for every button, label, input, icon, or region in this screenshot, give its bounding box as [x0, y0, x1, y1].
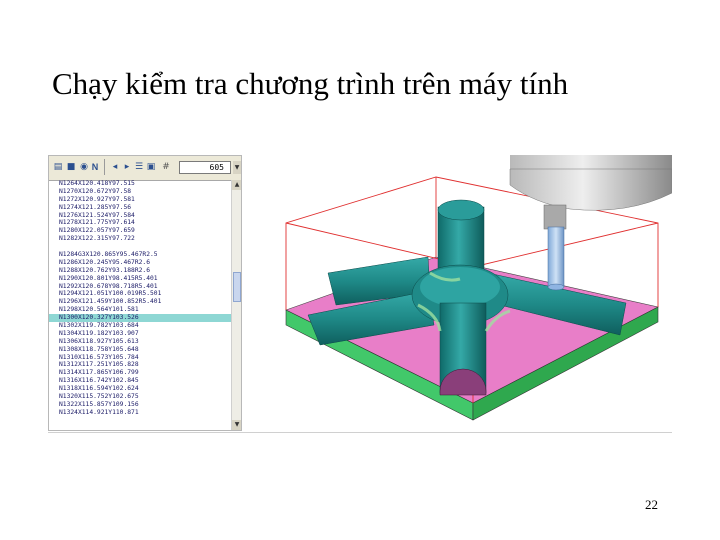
scroll-down-icon[interactable]: ▼ [232, 420, 241, 430]
code-line[interactable]: N1276X121.524Y97.584 [49, 212, 231, 220]
simulation-viewport[interactable] [248, 155, 673, 435]
machining-3d-view [285, 155, 673, 421]
code-listing[interactable]: N1264X120.418Y97.515 N1270X120.672Y97.58 N… [49, 180, 231, 430]
code-line[interactable]: N1312X117.251Y105.828 [49, 361, 231, 369]
code-line[interactable]: N1314X117.865Y106.799 [49, 369, 231, 377]
code-line[interactable] [49, 243, 231, 251]
editor-toolbar: ▤ ■ ◉ N ◂ ▸ ☰ ▣ # 605 ▼ [49, 156, 241, 181]
line-number-icon: # [162, 162, 170, 172]
code-line[interactable]: N1302X119.782Y103.684 [49, 322, 231, 330]
code-line[interactable]: N1280X122.057Y97.659 [49, 227, 231, 235]
scroll-up-icon[interactable]: ▲ [232, 180, 241, 190]
toolbar-divider [104, 159, 105, 175]
cutting-tool [547, 226, 565, 291]
code-line[interactable]: N1288X120.762Y93.188R2.6 [49, 267, 231, 275]
code-line[interactable]: N1318X116.594Y102.624 [49, 385, 231, 393]
code-line[interactable]: N1286X120.245Y95.467R2.6 [49, 259, 231, 267]
code-line[interactable]: N1324X114.921Y110.871 [49, 409, 231, 417]
line-number-input[interactable]: 605 [179, 161, 231, 174]
save-icon[interactable]: ■ [65, 161, 77, 173]
code-line[interactable]: N1304X119.182Y103.907 [49, 330, 231, 338]
code-line[interactable]: N1290X120.801Y98.415R5.401 [49, 275, 231, 283]
code-line[interactable]: N1278X121.775Y97.614 [49, 219, 231, 227]
code-line[interactable]: N1310X116.573Y105.784 [49, 354, 231, 362]
new-icon[interactable]: N [89, 161, 101, 173]
settings-icon[interactable]: ▣ [145, 161, 157, 173]
slide-title: Chạy kiểm tra chương trình trên máy tính [52, 66, 569, 101]
scrollbar-thumb[interactable] [233, 272, 241, 302]
open-file-icon[interactable]: ▤ [52, 161, 64, 173]
code-line[interactable]: N1284G3X120.865Y95.467R2.5 [49, 251, 231, 259]
step-back-icon[interactable]: ◂ [109, 161, 121, 173]
slide-divider [48, 432, 672, 433]
code-line[interactable]: N1292X120.678Y98.718R5.401 [49, 283, 231, 291]
code-line[interactable]: N1300X120.327Y103.526 [49, 314, 231, 323]
page-number: 22 [645, 497, 658, 512]
code-line[interactable]: N1298X120.564Y101.581 [49, 306, 231, 314]
code-line[interactable]: N1306X118.927Y105.613 [49, 338, 231, 346]
code-line[interactable]: N1320X115.752Y102.675 [49, 393, 231, 401]
code-line[interactable]: N1274X121.285Y97.56 [49, 204, 231, 212]
line-number-dropdown-icon[interactable]: ▼ [233, 161, 241, 174]
step-forward-icon[interactable]: ▸ [121, 161, 133, 173]
code-line[interactable]: N1308X118.758Y105.648 [49, 346, 231, 354]
nc-program-editor: ▤ ■ ◉ N ◂ ▸ ☰ ▣ # 605 ▼ N1264X120.418Y97… [48, 155, 242, 431]
list-icon[interactable]: ☰ [133, 161, 145, 173]
editor-scrollbar[interactable]: ▲ ▼ [231, 180, 241, 430]
code-line[interactable]: N1264X120.418Y97.515 [49, 180, 231, 188]
code-line[interactable]: N1282X122.315Y97.722 [49, 235, 231, 243]
code-line[interactable]: N1296X121.459Y100.852R5.401 [49, 298, 231, 306]
code-line[interactable]: N1272X120.927Y97.581 [49, 196, 231, 204]
tool-spindle [509, 155, 673, 230]
code-line[interactable]: N1316X116.742Y102.845 [49, 377, 231, 385]
code-line[interactable]: N1322X115.857Y109.156 [49, 401, 231, 409]
machined-part [307, 199, 627, 396]
code-line[interactable]: N1270X120.672Y97.58 [49, 188, 231, 196]
code-line[interactable]: N1294X121.051Y100.019R5.501 [49, 290, 231, 298]
